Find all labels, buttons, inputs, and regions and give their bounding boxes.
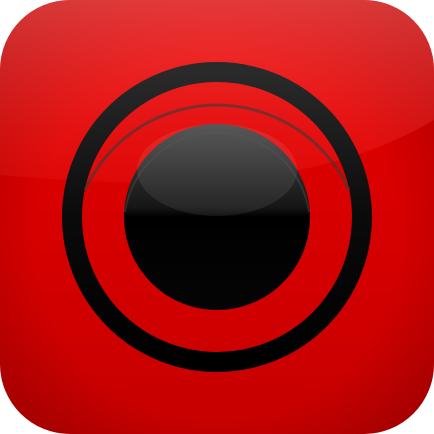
app-icon[interactable] bbox=[0, 0, 434, 434]
record-icon bbox=[0, 0, 434, 434]
